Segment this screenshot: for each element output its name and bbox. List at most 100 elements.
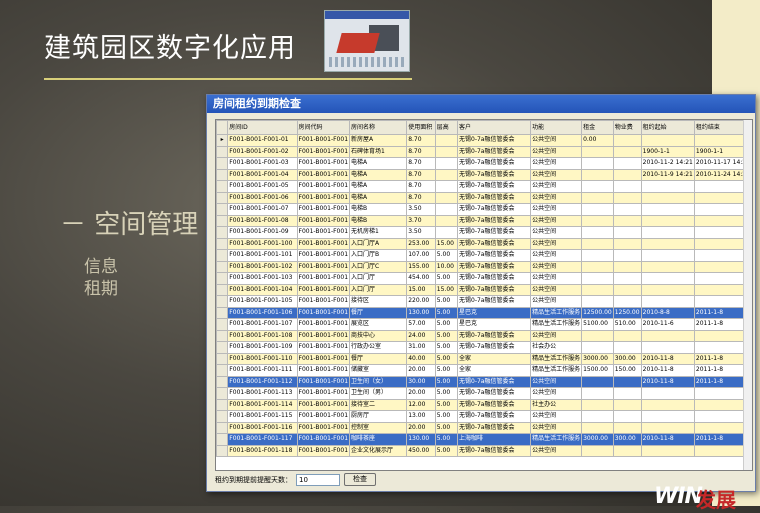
table-cell[interactable] — [640, 410, 695, 423]
table-cell[interactable]: 公共空间 — [530, 260, 583, 273]
table-row[interactable]: F001-B001-F001-08 F001-B001-F001 电梯B 3.70 无锡… — [216, 214, 752, 227]
table-row[interactable]: F001-B001-F001-105 F001-B001-F001 接待区 220.0… — [216, 295, 752, 308]
table-row[interactable]: F001-B001-F001-07 F001-B001-F001 电梯B 3.50 无锡… — [216, 203, 752, 216]
table-cell[interactable]: 无锡0-7a融信管委会 — [456, 134, 532, 147]
table-cell[interactable]: F001-B001-F001-05 — [227, 180, 298, 193]
table-cell[interactable]: 13.00 — [406, 410, 436, 423]
table-cell[interactable] — [612, 214, 642, 227]
table-cell[interactable]: 无锡0-7a融信管委会 — [456, 272, 532, 285]
table-cell[interactable]: F001-B001-F001-02 — [227, 145, 298, 158]
table-cell[interactable]: 5100.00 — [581, 318, 614, 331]
table-cell[interactable]: 0.00 — [581, 134, 614, 147]
table-cell[interactable]: 全家 — [456, 364, 532, 377]
table-cell[interactable]: 星巴克 — [456, 306, 532, 319]
table-cell[interactable] — [612, 329, 642, 342]
table-cell[interactable]: 15.00 — [434, 283, 459, 296]
table-cell[interactable]: F001-B001-F001-117 — [227, 433, 298, 446]
table-cell[interactable]: 无锡0-7a融信管委会 — [456, 203, 532, 216]
row-indicator[interactable] — [216, 214, 229, 227]
column-header[interactable]: 客户 — [456, 120, 532, 135]
table-cell[interactable]: 1500.00 — [581, 364, 614, 377]
table-cell[interactable] — [640, 387, 695, 400]
table-cell[interactable]: 商技中心 — [349, 329, 408, 342]
table-cell[interactable]: F001-B001-F001-108 — [227, 329, 298, 342]
table-cell[interactable]: F001-B001-F001-113 — [227, 387, 298, 400]
table-cell[interactable] — [581, 214, 614, 227]
table-cell[interactable]: F001-B001-F001-101 — [227, 249, 298, 262]
table-cell[interactable]: 电梯A — [349, 168, 408, 181]
table-cell[interactable]: F001-B001-F001-103 — [227, 272, 298, 285]
table-cell[interactable] — [581, 329, 614, 342]
table-cell[interactable]: 3000.00 — [581, 352, 614, 365]
table-cell[interactable]: 5.00 — [434, 329, 459, 342]
table-cell[interactable] — [640, 329, 695, 342]
table-cell[interactable] — [434, 214, 459, 227]
table-cell[interactable]: 公共空间 — [530, 387, 583, 400]
table-cell[interactable] — [640, 272, 695, 285]
table-cell[interactable]: 无锡0-7a融信管委会 — [456, 191, 532, 204]
table-cell[interactable]: 行政办公室 — [349, 341, 408, 354]
row-indicator[interactable] — [216, 226, 229, 239]
table-row[interactable]: F001-B001-F001-117 F001-B001-F001 咖啡茶座 130.… — [216, 433, 752, 446]
table-cell[interactable]: 510.00 — [612, 318, 642, 331]
table-cell[interactable]: 5.00 — [434, 364, 459, 377]
column-header[interactable]: 功能 — [530, 120, 583, 135]
table-cell[interactable] — [581, 398, 614, 411]
table-cell[interactable]: 5.00 — [434, 341, 459, 354]
window-title-bar[interactable]: 房间租约到期检查 — [207, 95, 755, 113]
table-cell[interactable]: 餐厅 — [349, 352, 408, 365]
table-cell[interactable] — [640, 295, 695, 308]
table-cell[interactable] — [612, 168, 642, 181]
table-cell[interactable]: F001-B001-F001 — [296, 260, 351, 273]
table-cell[interactable] — [640, 341, 695, 354]
table-cell[interactable] — [612, 157, 642, 170]
table-cell[interactable]: 2010-11-8 — [640, 375, 695, 388]
table-cell[interactable]: 控制室 — [349, 421, 408, 434]
table-cell[interactable]: 无机房梯1 — [349, 226, 408, 239]
table-cell[interactable] — [640, 237, 695, 250]
table-cell[interactable]: 2010-11-6 — [640, 318, 695, 331]
table-cell[interactable]: 8.70 — [406, 157, 436, 170]
column-header[interactable]: 使用面积 — [406, 120, 436, 135]
table-row[interactable]: F001-B001-F001-05 F001-B001-F001 电梯A 8.70 无锡… — [216, 180, 752, 193]
column-header[interactable]: 层高 — [434, 120, 459, 135]
table-row[interactable]: F001-B001-F001-111 F001-B001-F001 储藏室 20.00… — [216, 364, 752, 377]
table-cell[interactable]: F001-B001-F001 — [296, 180, 351, 193]
table-cell[interactable]: 公共空间 — [530, 134, 583, 147]
table-cell[interactable]: 1900-1-1 — [640, 145, 695, 158]
table-cell[interactable] — [612, 410, 642, 423]
table-cell[interactable] — [434, 168, 459, 181]
table-cell[interactable]: F001-B001-F001-107 — [227, 318, 298, 331]
table-cell[interactable]: F001-B001-F001-110 — [227, 352, 298, 365]
table-cell[interactable]: F001-B001-F001-03 — [227, 157, 298, 170]
table-cell[interactable]: 公共空间 — [530, 444, 583, 457]
table-cell[interactable]: F001-B001-F001-112 — [227, 375, 298, 388]
table-cell[interactable]: 20.00 — [406, 421, 436, 434]
table-cell[interactable] — [434, 145, 459, 158]
table-cell[interactable] — [581, 341, 614, 354]
table-cell[interactable]: 无锡0-7a融信管委会 — [456, 421, 532, 434]
row-indicator[interactable] — [216, 237, 229, 250]
table-cell[interactable]: 公共空间 — [530, 237, 583, 250]
table-cell[interactable]: 上海咖啡 — [456, 433, 532, 446]
table-cell[interactable]: 3.50 — [406, 226, 436, 239]
table-cell[interactable]: 2010-11-8 — [640, 433, 695, 446]
table-cell[interactable]: 无锡0-7a融信管委会 — [456, 329, 532, 342]
table-cell[interactable]: 无锡0-7a融信管委会 — [456, 444, 532, 457]
table-cell[interactable] — [640, 214, 695, 227]
table-cell[interactable]: F001-B001-F001-105 — [227, 295, 298, 308]
table-row[interactable]: F001-B001-F001-106 F001-B001-F001 餐厅 130.00… — [216, 306, 752, 319]
table-cell[interactable] — [434, 134, 459, 147]
table-cell[interactable] — [640, 398, 695, 411]
table-cell[interactable]: F001-B001-F001-111 — [227, 364, 298, 377]
table-cell[interactable]: F001-B001-F001-116 — [227, 421, 298, 434]
table-cell[interactable] — [581, 283, 614, 296]
table-row[interactable]: F001-B001-F001-103 F001-B001-F001 入口门厅 454.… — [216, 272, 752, 285]
table-cell[interactable]: 电梯A — [349, 180, 408, 193]
table-cell[interactable]: 全家 — [456, 352, 532, 365]
row-indicator[interactable] — [216, 306, 229, 319]
table-cell[interactable] — [434, 191, 459, 204]
table-cell[interactable]: F001-B001-F001 — [296, 214, 351, 227]
table-cell[interactable] — [581, 226, 614, 239]
table-cell[interactable]: 咖啡茶座 — [349, 433, 408, 446]
